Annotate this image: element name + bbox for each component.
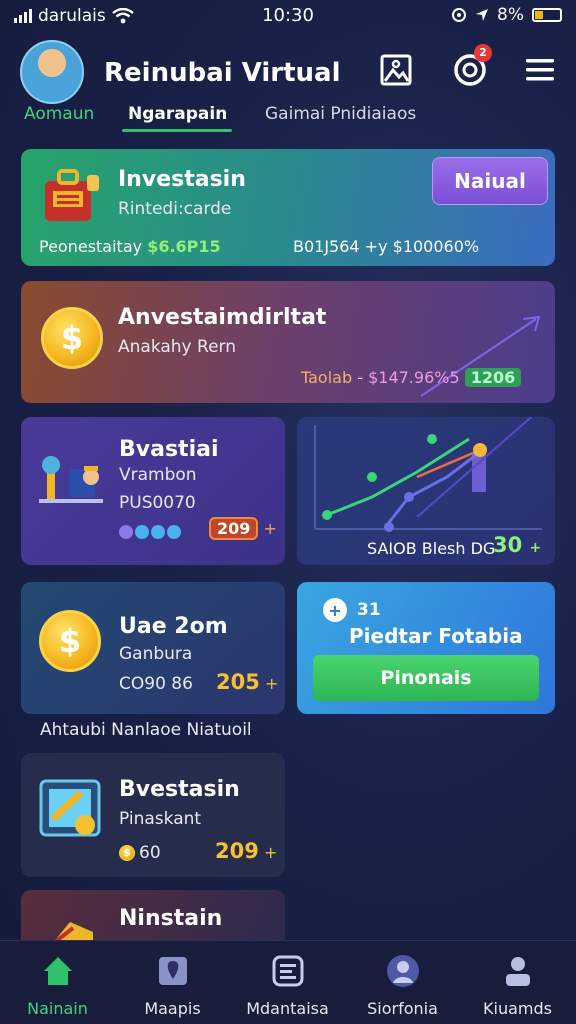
coin-icon: $ [119,845,135,861]
naiual-button[interactable]: Naiual [432,157,548,205]
card-value-wrap: 209 + [215,839,278,863]
card-title: Uae 2om [119,614,228,639]
pinonais-button[interactable]: Pinonais [313,655,539,701]
status-bar: darulais 10:30 8% [0,0,576,32]
card-subtitle: Ganbura [119,644,193,664]
nav-item-home[interactable]: Nainain [0,941,115,1024]
battery-percent: 8% [497,5,524,25]
nav-label: Maapis [144,999,201,1018]
footer-label: Taolab [301,368,353,387]
chat-icon [268,951,308,991]
coin-icon: $ [39,610,101,672]
promo-title: Piedtar Fotabia [349,624,523,648]
nav-item-profile[interactable]: Siorfonia [345,941,460,1024]
sync-icon [452,8,467,22]
nav-label: Mdantaisa [246,999,329,1018]
location-icon [476,9,489,21]
chart-point [473,443,487,457]
nav-item-user[interactable]: Kiuamds [460,941,575,1024]
value-badge-wrap: 209 + [209,517,277,540]
card-line-1: Vrambon [119,465,197,485]
bottom-nav: Nainain Maapis Mdantaisa Siorfonia Kiuam… [0,940,576,1024]
card-value: 205 [216,670,260,694]
promo-count: 31 [357,600,381,620]
dot-indicators [119,525,181,539]
chart-value-number: 30 [493,533,523,557]
footer-value: 60 [139,843,161,863]
home-icon [38,951,78,991]
notifications-button[interactable]: 2 [450,44,492,90]
profile-icon [383,951,423,991]
image-icon [380,54,412,86]
footer-right: B01J564 +y $100060% [293,237,480,256]
chart-point [384,522,394,532]
menu-button[interactable] [520,50,560,90]
card-subtitle: Pinaskant [119,809,202,829]
chart-value: 30 + [493,533,542,557]
plus-icon: + [323,598,347,622]
investment-card-7[interactable]: Bvestasin Pinaskant $ 60 209 + [21,753,285,877]
nav-item-chat[interactable]: Mdantaisa [230,941,345,1024]
value-badge: 209 [209,517,259,540]
investment-card-3[interactable]: Bvastiai Vrambon PUS0070 209 + [21,417,285,565]
avatar[interactable] [20,40,84,104]
investment-card-2[interactable]: $ Anvestaimdirltat Anakahy Rern Taolab -… [21,281,555,403]
coin-icon: $ [41,307,103,369]
chart-label: SAIOB Blesh DG [367,539,496,558]
tab-aomaun[interactable]: Aomaun [24,104,94,124]
worker-icon [39,456,103,503]
section-label: Ahtaubi Nanlaoe Niatuoil [40,720,252,740]
card-title: Bvestasin [119,777,240,802]
value-badge: 1206 [464,368,522,387]
growth-chart-card[interactable]: SAIOB Blesh DG 30 + [297,417,555,565]
card-value: 209 [215,839,259,863]
card-title: Ninstain [119,906,223,931]
briefcase-icon [45,169,99,221]
user-icon [498,951,538,991]
promo-count-row: + 31 [323,598,381,622]
app-title: Reinubai Virtual [104,58,341,88]
tablet-icon [39,779,101,837]
card-footer: $ 60 [119,843,161,863]
menu-icon [526,59,554,81]
card-title: Bvastiai [119,437,219,462]
card-subtitle: Anakahy Rern [118,337,236,357]
nav-label: Siorfonia [367,999,438,1018]
tab-active-indicator [122,129,232,132]
footer-value: $6.6P15 [147,237,221,256]
tab-gaimai[interactable]: Gaimai Pnidiaiaos [265,104,416,124]
card-subtitle: Rintedi:carde [118,199,232,219]
nav-item-map[interactable]: Maapis [115,941,230,1024]
series-orange-line [416,448,481,479]
footer-value: $147.96%5 [368,368,460,387]
nav-label: Kiuamds [483,999,552,1018]
card-footer: Peonestaitay $6.6P15 [39,237,221,256]
card-footer-left: CO90 86 [119,674,193,694]
card-footer: Taolab - $147.96%5 1206 [301,368,522,387]
investment-card-5[interactable]: $ Uae 2om Ganbura CO90 86 205 + [21,582,285,714]
card-line-2: PUS0070 [119,493,196,513]
chart-point [322,510,332,520]
chart-point [427,434,437,444]
tab-ngarapain[interactable]: Ngarapain [128,104,227,124]
notification-badge: 2 [474,44,492,62]
battery-icon [532,8,562,22]
status-right: 8% [451,5,562,25]
card-title: Anvestaimdirltat [118,305,327,330]
card-title: Investasin [118,167,246,192]
chart-point [404,492,414,502]
nav-label: Nainain [27,999,88,1018]
footer-label: Peonestaitay [39,237,143,256]
chart-point [367,472,377,482]
map-icon [153,951,193,991]
trend-arrow-icon [420,315,541,397]
gallery-button[interactable] [376,50,416,90]
card-value-wrap: 205 + [216,670,279,694]
